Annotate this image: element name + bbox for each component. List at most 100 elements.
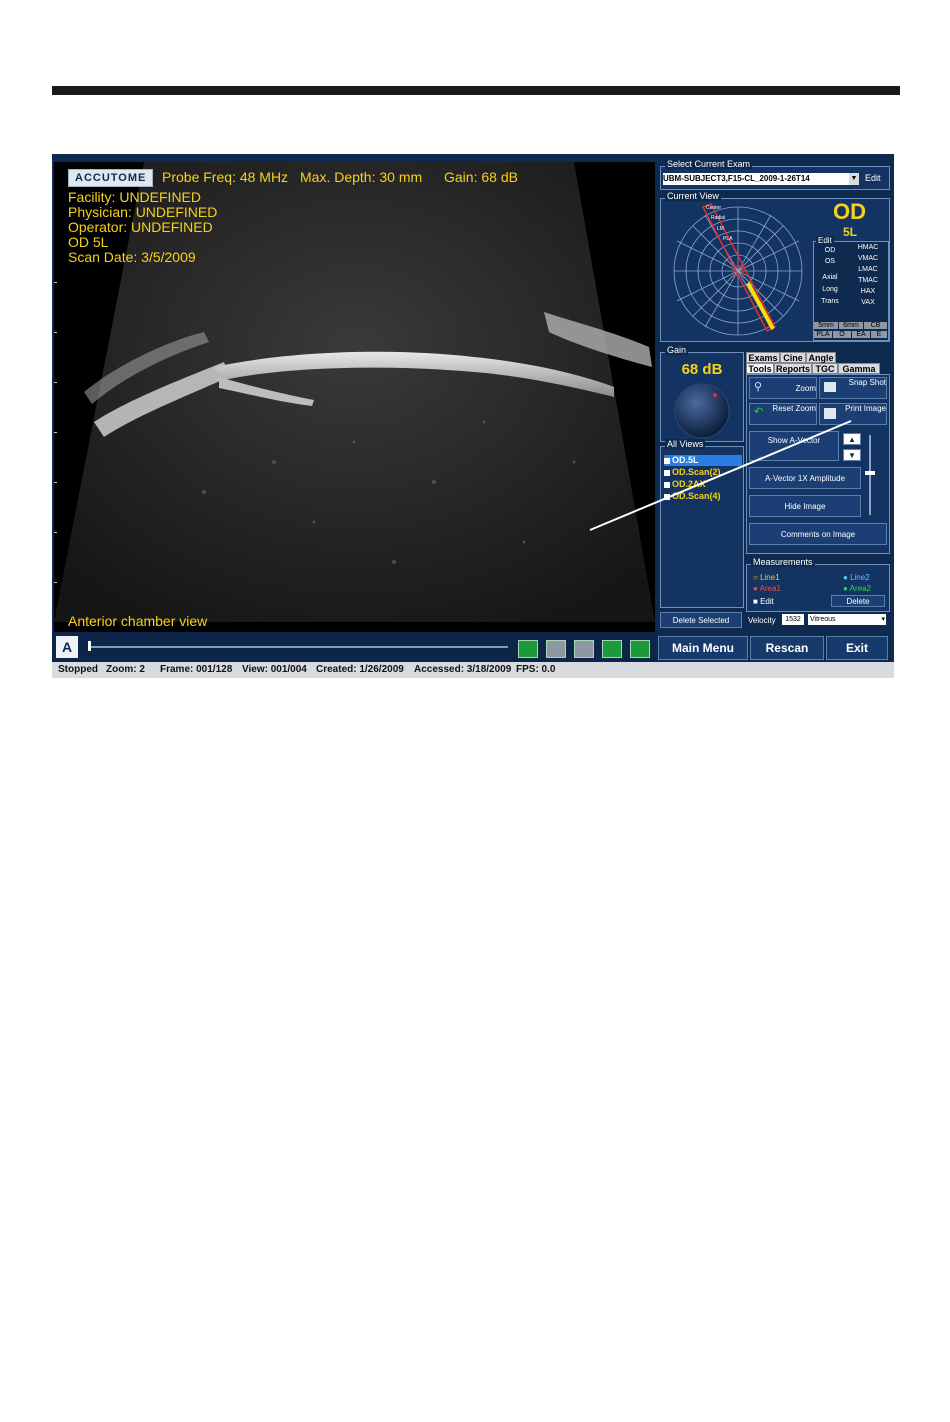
status-fps: FPS: 0.0 [516,664,556,675]
status-frame: Frame: 001/128 [160,664,233,675]
edit-vax-button[interactable]: VAX [852,299,884,306]
gain-value: 68 dB [681,361,723,378]
snapshot-button[interactable]: Snap Shot [819,377,887,399]
edit-e-button[interactable]: E [871,331,887,338]
print-image-button[interactable]: Print Image [819,403,887,425]
view-item-od-5l[interactable]: OD.5L [664,455,742,466]
tab-exams[interactable]: Exams [746,352,780,363]
play-icon[interactable] [518,640,538,658]
all-views-panel: All Views OD.5L OD.Scan(2) OD.2AX OD.Sca… [660,439,744,608]
delete-selected-button[interactable]: Delete Selected [660,612,742,628]
tab-cine[interactable]: Cine [780,352,806,363]
dial-label-radial: Radial [711,215,726,221]
tab-tools[interactable]: Tools [746,363,774,374]
status-zoom: Zoom: 2 [106,664,145,675]
amplitude-slider-thumb[interactable] [865,471,875,475]
reset-arrow-icon: ↶ [754,406,764,418]
tools-panel: ⚲ Zoom Snap Shot ↶ Reset Zoom Print Imag… [746,374,890,554]
all-views-title: All Views [665,439,706,449]
line1-option[interactable]: ○ Line1 [753,573,780,582]
exam-select-panel: Select Current Exam UBM-SUBJECT3,F15-CL_… [660,159,890,190]
velocity-input[interactable]: 1532 [782,614,804,625]
edit-cb-button[interactable]: CB [864,322,887,329]
edit-long-button[interactable]: Long [818,286,842,293]
edit-vmac-button[interactable]: VMAC [852,255,884,262]
comments-on-image-button[interactable]: Comments on Image [749,523,887,545]
tab-gamma[interactable]: Gamma [838,363,880,374]
exit-button[interactable]: Exit [826,636,888,660]
edit-od-button[interactable]: OD [818,247,842,254]
dial-label-pla: PLA [723,236,733,242]
rescan-button[interactable]: Rescan [750,636,824,660]
status-created: Created: 1/26/2009 [316,664,404,675]
dial-label-lm: LM [717,226,724,232]
ultrasound-image-viewport[interactable]: ACCUTOME Probe Freq: 48 MHz Max. Depth: … [54,162,655,632]
area1-option[interactable]: ● Area1 [753,584,781,593]
edit-hax-button[interactable]: HAX [852,288,884,295]
area2-option[interactable]: ● Area2 [843,584,871,593]
header-rule [52,86,900,95]
edit-hmac-button[interactable]: HMAC [852,244,884,251]
current-view-label: 5L [843,225,858,239]
edit-trans-button[interactable]: Trans [818,298,842,305]
line2-option[interactable]: ● Line2 [843,573,870,582]
edit-tmac-button[interactable]: TMAC [852,277,884,284]
avector-amplitude-button[interactable]: A-Vector 1X Amplitude [749,467,861,489]
edit-pla-button[interactable]: PLA [814,331,832,338]
arrow-up-icon[interactable]: ▲ [843,433,861,445]
facility-label: Facility: UNDEFINED [68,189,202,205]
edit-6mm-button[interactable]: 6mm [839,322,863,329]
cine-scrubber-track[interactable] [88,646,508,648]
step-back-icon[interactable] [602,640,622,658]
tab-reports[interactable]: Reports [774,363,812,374]
exam-edit-button[interactable]: Edit [865,173,881,183]
gain-panel: Gain 68 dB [660,345,744,442]
current-view-panel: Current View Center Radial LM PLA OD 5L … [660,191,890,342]
tab-angle[interactable]: Angle [806,352,836,363]
edit-axial-button[interactable]: Axial [818,274,842,281]
edit-os-button[interactable]: OS [818,258,842,265]
checkbox-icon[interactable] [664,493,670,500]
view-edit-title: Edit [816,236,834,245]
ubm-application-window: ACCUTOME Probe Freq: 48 MHz Max. Depth: … [52,154,894,678]
edit-5mm-button[interactable]: 5mm [814,322,838,329]
pause-icon[interactable] [574,640,594,658]
status-state: Stopped [58,664,98,675]
view-item-od-scan2[interactable]: OD.Scan(2) [664,467,742,478]
zoom-button[interactable]: ⚲ Zoom [749,377,817,399]
edit-ea-button[interactable]: EA [852,331,870,338]
current-eye-label: OD [833,199,866,224]
camera-icon [824,382,836,392]
current-view-title: Current View [665,191,721,201]
operator-label: Operator: UNDEFINED [68,219,213,235]
status-view: View: 001/004 [242,664,307,675]
view-item-od-2ax[interactable]: OD.2AX [664,479,742,490]
measurements-title: Measurements [751,557,815,567]
tab-tgc[interactable]: TGC [812,363,838,374]
probe-orientation-dial[interactable] [663,201,813,341]
view-item-od-scan4[interactable]: OD.Scan(4) [664,491,742,502]
reset-zoom-button[interactable]: ↶ Reset Zoom [749,403,817,425]
arrow-down-icon[interactable]: ▼ [843,449,861,461]
checkbox-icon[interactable] [664,481,670,488]
checkbox-icon[interactable] [664,469,670,476]
gain-knob[interactable] [667,381,737,441]
cine-scrubber-thumb[interactable] [88,641,91,651]
hide-image-button[interactable]: Hide Image [749,495,861,517]
eye-view-label: OD 5L [68,234,109,250]
measurement-delete-button[interactable]: Delete [831,595,885,607]
edit-lmac-button[interactable]: LMAC [852,266,884,273]
edit-o-button[interactable]: O [833,331,851,338]
medium-select[interactable]: Vitreous ▾ [808,614,886,625]
main-menu-button[interactable]: Main Menu [658,636,748,660]
chevron-down-icon[interactable]: ▼ [849,173,859,185]
measurement-edit-checkbox[interactable]: ■ Edit [753,597,774,606]
gain-overlay-label: Gain: 68 dB [444,169,518,185]
show-avector-button[interactable]: Show A-Vector [749,431,839,461]
checkbox-icon[interactable] [664,457,670,464]
stop-icon[interactable] [546,640,566,658]
probe-freq-label: Probe Freq: 48 MHz [162,169,289,185]
amplitude-slider-track[interactable] [869,435,871,515]
exam-select-dropdown[interactable]: UBM-SUBJECT3,F15-CL_2009-1-26T14 [663,173,859,185]
step-forward-icon[interactable] [630,640,650,658]
